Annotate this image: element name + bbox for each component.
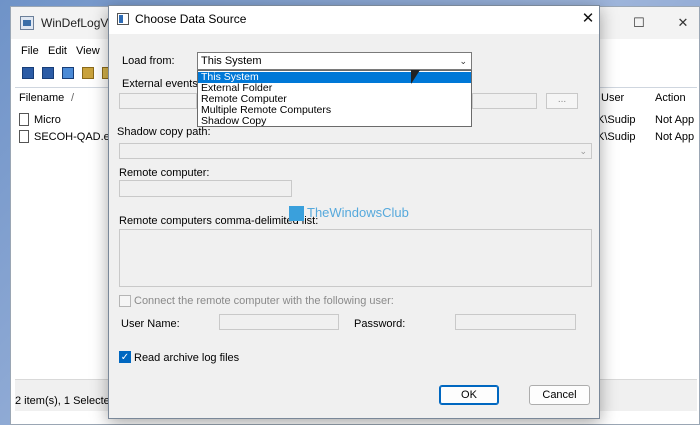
menu-edit[interactable]: Edit bbox=[48, 45, 67, 57]
remote-list-textarea[interactable] bbox=[119, 229, 592, 287]
chevron-down-icon: ⌄ bbox=[579, 146, 587, 156]
watermark-logo-icon bbox=[289, 206, 304, 221]
file-icon bbox=[19, 113, 29, 126]
connect-user-checkbox[interactable] bbox=[119, 295, 131, 307]
load-from-select[interactable]: This System ⌄ bbox=[197, 52, 472, 70]
menu-file[interactable]: File bbox=[21, 45, 39, 57]
choose-data-source-dialog: Choose Data Source ✕ Load from: This Sys… bbox=[108, 5, 600, 419]
read-archive-checkbox[interactable]: ✓ bbox=[119, 351, 131, 363]
user-name-label: User Name: bbox=[121, 318, 180, 330]
remote-computer-label: Remote computer: bbox=[119, 167, 210, 179]
row-filename: Micro bbox=[34, 114, 61, 126]
save-icon[interactable] bbox=[19, 64, 37, 82]
close-icon[interactable]: ✕ bbox=[579, 10, 597, 28]
file-icon bbox=[19, 130, 29, 143]
browse-button[interactable]: ... bbox=[546, 93, 578, 109]
cancel-button[interactable]: Cancel bbox=[529, 385, 590, 405]
close-icon[interactable]: ✕ bbox=[675, 15, 691, 31]
column-user[interactable]: User bbox=[601, 89, 624, 107]
column-filename[interactable]: Filename bbox=[19, 89, 64, 107]
read-archive-label: Read archive log files bbox=[134, 352, 240, 364]
load-from-value: This System bbox=[201, 55, 262, 67]
password-input[interactable] bbox=[455, 314, 576, 330]
app-icon bbox=[20, 16, 34, 30]
user-name-input[interactable] bbox=[219, 314, 339, 330]
password-label: Password: bbox=[354, 318, 406, 330]
load-from-label: Load from: bbox=[122, 55, 175, 67]
dialog-titlebar: Choose Data Source ✕ bbox=[109, 6, 599, 34]
column-action[interactable]: Action bbox=[655, 89, 686, 107]
ok-button[interactable]: OK bbox=[439, 385, 499, 405]
sort-indicator: / bbox=[71, 92, 75, 104]
external-folder-input-end[interactable] bbox=[472, 93, 537, 109]
load-from-dropdown: This System External Folder Remote Compu… bbox=[197, 70, 472, 127]
dropdown-option-shadow-copy[interactable]: Shadow Copy bbox=[198, 116, 471, 127]
row-action: Not App bbox=[655, 114, 695, 126]
row-action: Not App bbox=[655, 131, 695, 143]
row-user: K\Sudip bbox=[597, 114, 636, 126]
external-folder-input[interactable] bbox=[119, 93, 197, 109]
maximize-icon[interactable]: ☐ bbox=[631, 15, 647, 31]
watermark-text: TheWindowsClub bbox=[307, 205, 409, 220]
dialog-title: Choose Data Source bbox=[135, 12, 247, 26]
dialog-icon bbox=[117, 13, 129, 25]
chevron-down-icon: ⌄ bbox=[459, 56, 467, 66]
mouse-cursor-icon bbox=[411, 70, 420, 84]
remote-computer-input[interactable] bbox=[119, 180, 292, 197]
menu-view[interactable]: View bbox=[76, 45, 100, 57]
shadow-copy-label: Shadow copy path: bbox=[117, 126, 211, 138]
properties-icon[interactable] bbox=[79, 64, 97, 82]
connect-user-label: Connect the remote computer with the fol… bbox=[134, 295, 394, 307]
row-user: K\Sudip bbox=[597, 131, 636, 143]
save-all-icon[interactable] bbox=[39, 64, 57, 82]
shadow-copy-select[interactable]: ⌄ bbox=[119, 143, 592, 159]
copy-icon[interactable] bbox=[59, 64, 77, 82]
